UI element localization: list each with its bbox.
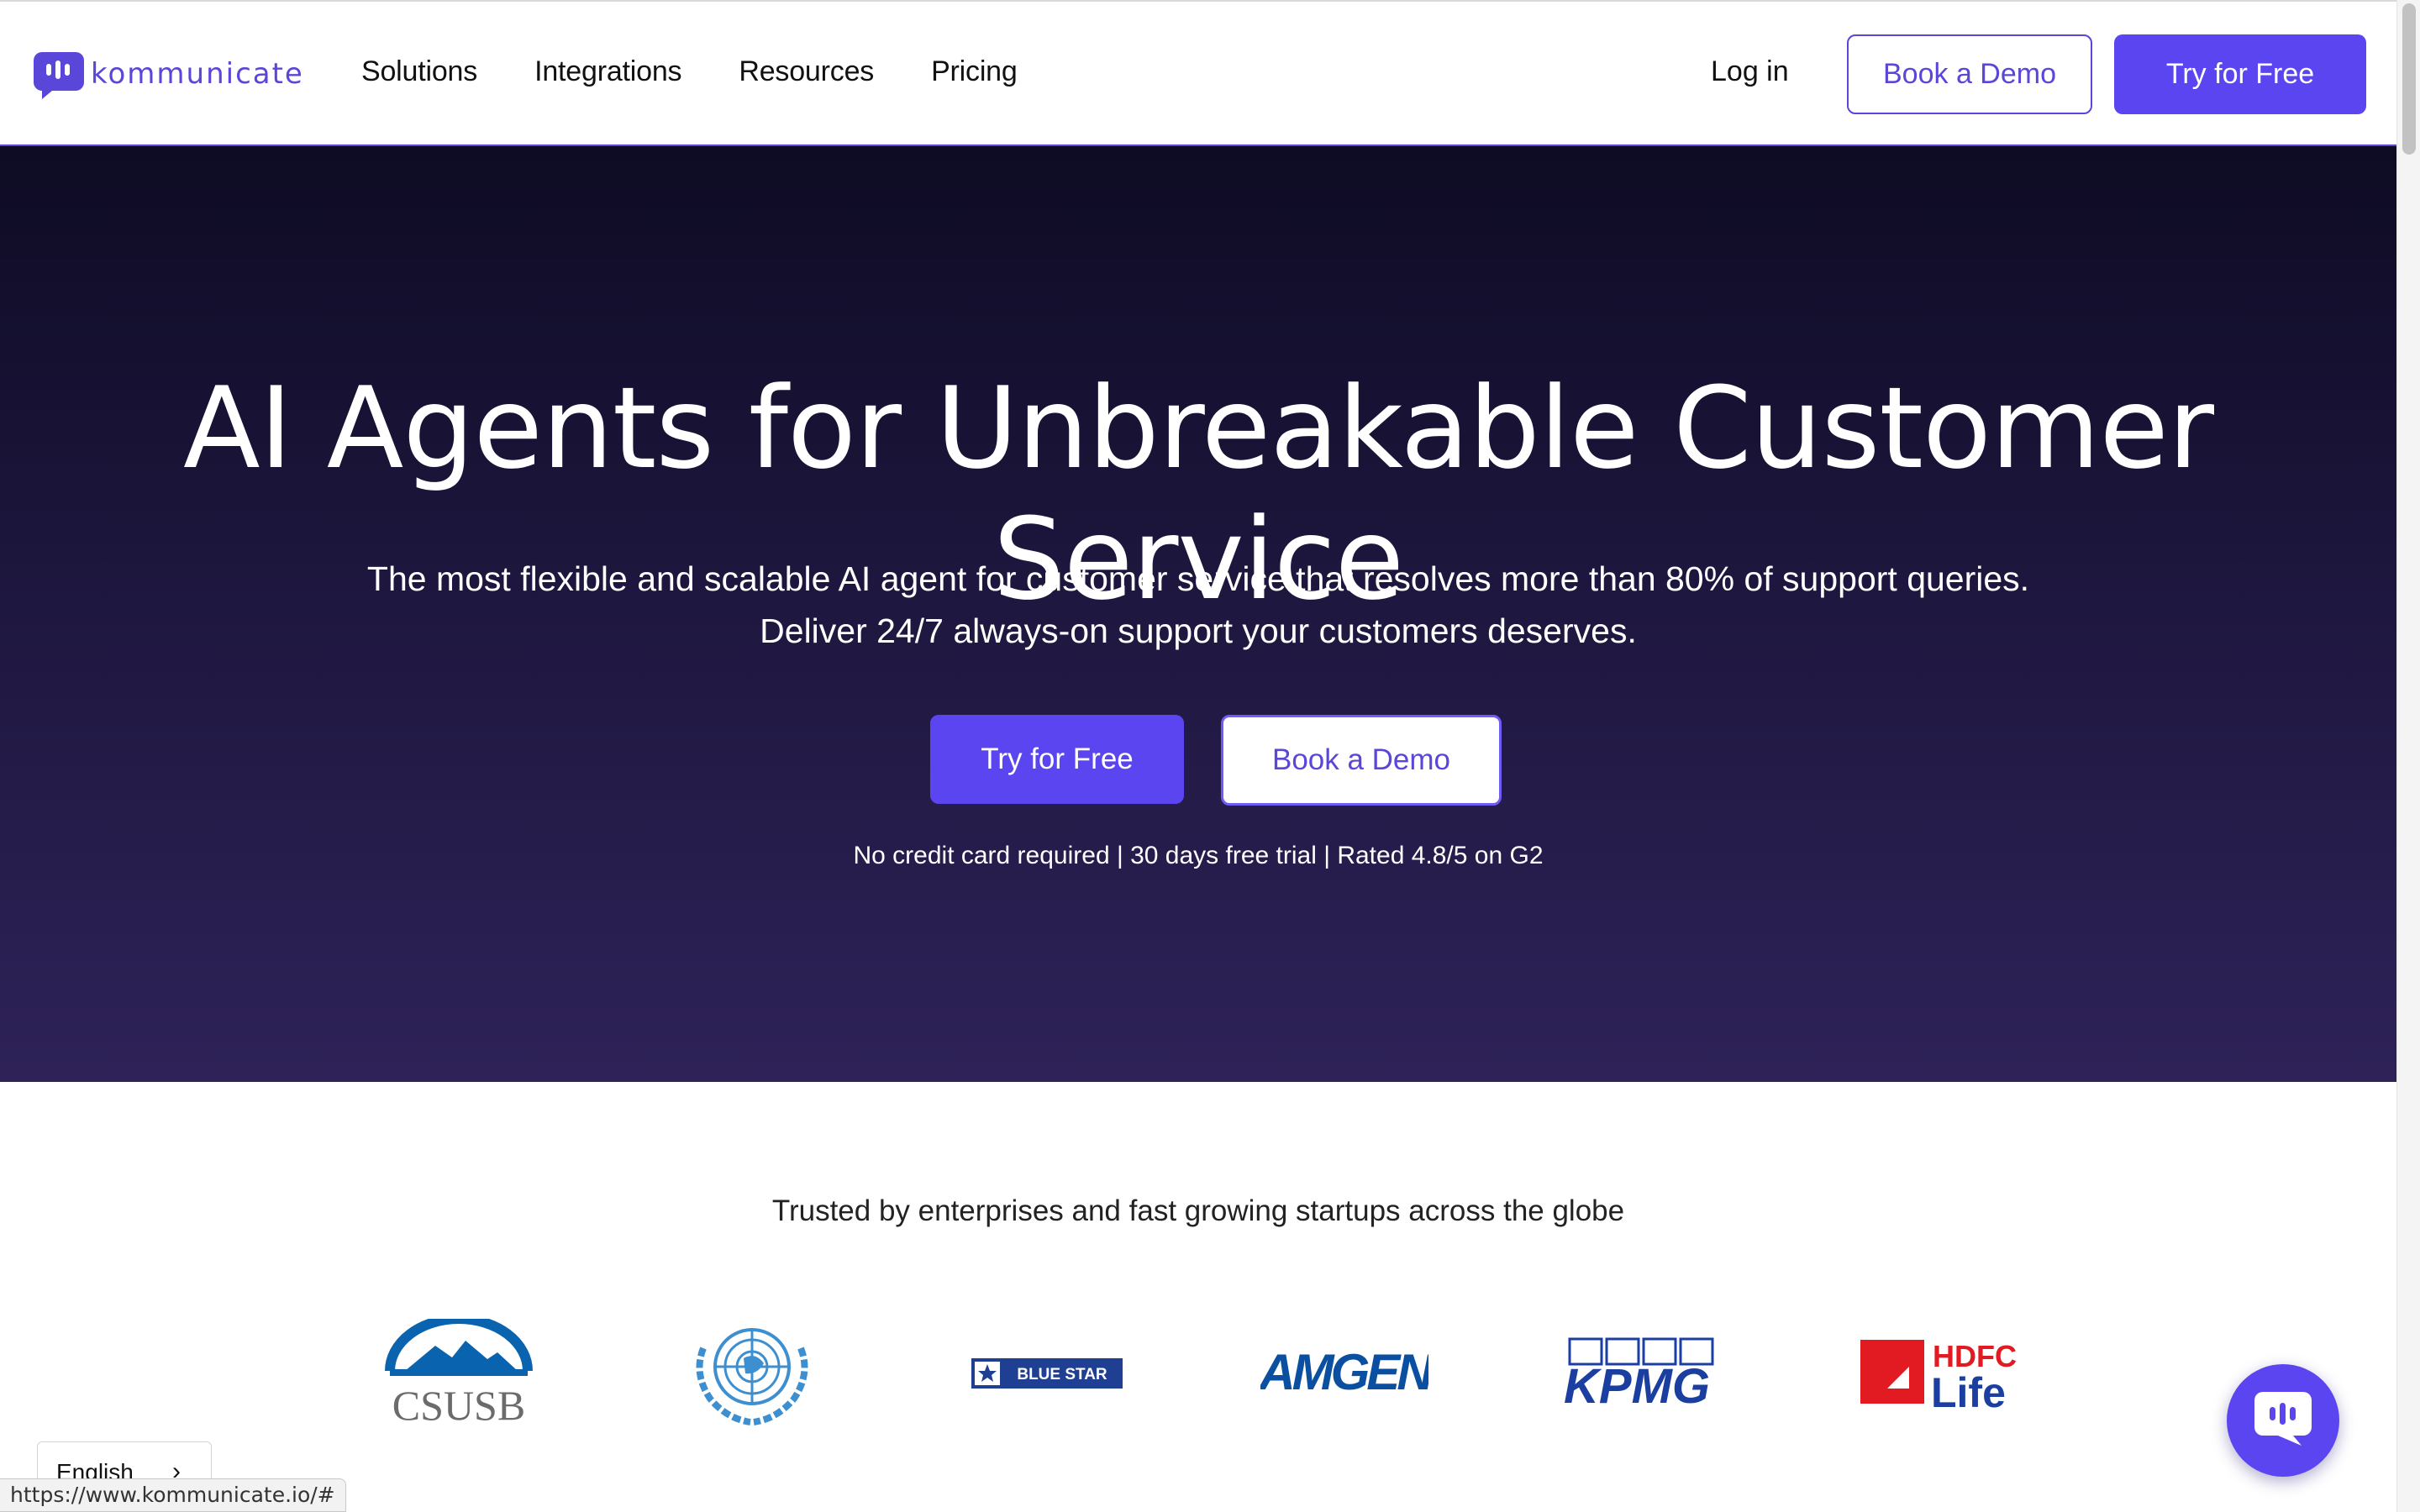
hero-note: No credit card required | 30 days free t… xyxy=(853,842,1544,869)
hdfc-logo-line1: HDFC xyxy=(1933,1339,2017,1373)
hero-section: AI Agents for Unbreakable Customer Servi… xyxy=(0,146,2396,1082)
nav-solutions[interactable]: Solutions xyxy=(361,55,477,88)
nav-pricing[interactable]: Pricing xyxy=(931,55,1018,88)
hero-subtitle: The most flexible and scalable AI agent … xyxy=(0,553,2396,657)
header-book-demo-button[interactable]: Book a Demo xyxy=(1847,34,2092,114)
hero-subtitle-line-1: The most flexible and scalable AI agent … xyxy=(366,559,2030,598)
kpmg-logo: KPMG xyxy=(1560,1310,1719,1436)
page-scrollbar[interactable] xyxy=(2396,0,2420,1512)
header-try-free-button[interactable]: Try for Free xyxy=(2114,34,2366,114)
hero-cta-group: Try for Free Book a Demo xyxy=(930,715,1502,806)
chat-widget-button[interactable] xyxy=(2227,1364,2339,1477)
hero-try-free-button[interactable]: Try for Free xyxy=(930,715,1184,804)
kommunicate-logo[interactable]: kommunicate xyxy=(34,49,304,99)
link-status-bar: https://www.kommunicate.io/# xyxy=(0,1478,346,1512)
hdfc-life-logo: HDFC Life xyxy=(1857,1310,2017,1436)
nav-integrations[interactable]: Integrations xyxy=(534,55,681,88)
csusb-logo-text: CSUSB xyxy=(392,1382,525,1428)
chat-bubble-icon xyxy=(2253,1390,2313,1452)
site-header: kommunicate Solutions Integrations Resou… xyxy=(0,0,2396,146)
csusb-logo: CSUSB xyxy=(383,1310,534,1436)
login-link[interactable]: Log in xyxy=(1711,55,1789,88)
main-nav: Solutions Integrations Resources Pricing xyxy=(361,55,1018,88)
hdfc-logo-line2: Life xyxy=(1931,1369,2006,1415)
nav-resources[interactable]: Resources xyxy=(739,55,874,88)
bluestar-logo: BLUE STAR xyxy=(971,1310,1123,1436)
kpmg-logo-text: KPMG xyxy=(1564,1359,1710,1411)
client-logos-row: CSUSB BLUE STAR AMGEN KPMG HDFC Life xyxy=(0,1310,2396,1436)
amgen-logo: AMGEN xyxy=(1260,1310,1428,1436)
hero-book-demo-button[interactable]: Book a Demo xyxy=(1221,715,1502,806)
un-emblem-logo xyxy=(681,1310,823,1436)
bluestar-logo-text: BLUE STAR xyxy=(1017,1366,1107,1383)
logo-wordmark: kommunicate xyxy=(91,57,304,91)
hero-subtitle-line-2: Deliver 24/7 always-on support your cust… xyxy=(760,612,1637,650)
amgen-logo-text: AMGEN xyxy=(1260,1344,1428,1400)
scrollbar-thumb[interactable] xyxy=(2402,3,2416,155)
kommunicate-logo-icon xyxy=(34,49,84,99)
trusted-heading: Trusted by enterprises and fast growing … xyxy=(771,1194,1625,1227)
